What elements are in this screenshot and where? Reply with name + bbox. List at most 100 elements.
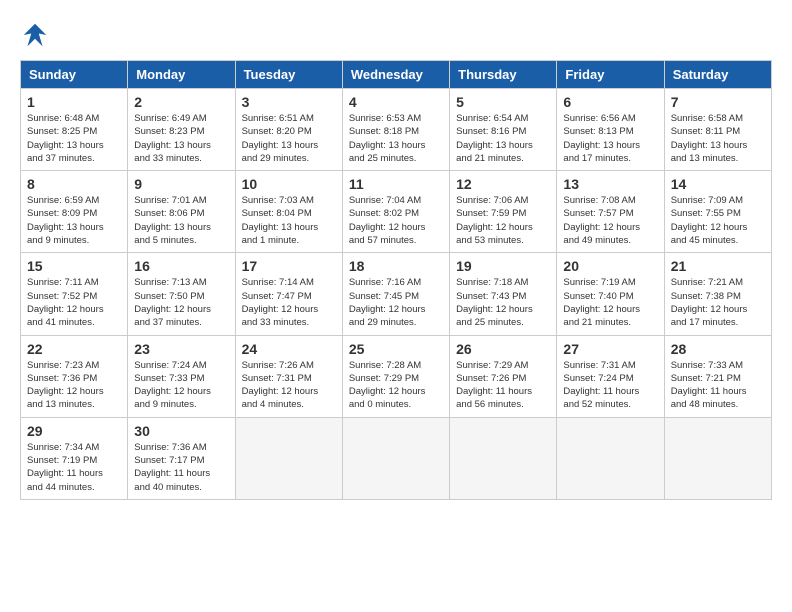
calendar-day <box>235 417 342 499</box>
day-number: 9 <box>134 176 228 192</box>
day-info: Sunrise: 6:51 AM Sunset: 8:20 PM Dayligh… <box>242 112 336 165</box>
calendar-day: 5Sunrise: 6:54 AM Sunset: 8:16 PM Daylig… <box>450 89 557 171</box>
day-number: 29 <box>27 423 121 439</box>
day-number: 10 <box>242 176 336 192</box>
day-info: Sunrise: 7:31 AM Sunset: 7:24 PM Dayligh… <box>563 359 657 412</box>
page-header <box>20 20 772 50</box>
day-number: 4 <box>349 94 443 110</box>
day-number: 18 <box>349 258 443 274</box>
weekday-header-thursday: Thursday <box>450 61 557 89</box>
day-info: Sunrise: 7:24 AM Sunset: 7:33 PM Dayligh… <box>134 359 228 412</box>
day-info: Sunrise: 7:21 AM Sunset: 7:38 PM Dayligh… <box>671 276 765 329</box>
logo <box>20 20 54 50</box>
calendar-day: 12Sunrise: 7:06 AM Sunset: 7:59 PM Dayli… <box>450 171 557 253</box>
calendar-day: 22 Sunrise: 7:23 AM Sunset: 7:36 PM Dayli… <box>21 335 128 417</box>
day-info: Sunrise: 7:11 AM Sunset: 7:52 PM Dayligh… <box>27 276 121 329</box>
calendar-day: 3Sunrise: 6:51 AM Sunset: 8:20 PM Daylig… <box>235 89 342 171</box>
calendar-week-5: 29 Sunrise: 7:34 AM Sunset: 7:19 PM Dayli… <box>21 417 772 499</box>
day-info: Sunrise: 7:19 AM Sunset: 7:40 PM Dayligh… <box>563 276 657 329</box>
day-info: Sunrise: 6:59 AM Sunset: 8:09 PM Dayligh… <box>27 194 121 247</box>
calendar-day: 27 Sunrise: 7:31 AM Sunset: 7:24 PM Dayli… <box>557 335 664 417</box>
day-number: 17 <box>242 258 336 274</box>
calendar-header-row: SundayMondayTuesdayWednesdayThursdayFrid… <box>21 61 772 89</box>
day-number: 19 <box>456 258 550 274</box>
day-number: 27 <box>563 341 657 357</box>
weekday-header-friday: Friday <box>557 61 664 89</box>
calendar-day: 4 Sunrise: 6:53 AM Sunset: 8:18 PM Daylig… <box>342 89 449 171</box>
calendar-day <box>557 417 664 499</box>
calendar-day: 9 Sunrise: 7:01 AM Sunset: 8:06 PM Daylig… <box>128 171 235 253</box>
day-number: 7 <box>671 94 765 110</box>
calendar-body: 1Sunrise: 6:48 AM Sunset: 8:25 PM Daylig… <box>21 89 772 500</box>
day-info: Sunrise: 6:53 AM Sunset: 8:18 PM Dayligh… <box>349 112 443 165</box>
weekday-header-wednesday: Wednesday <box>342 61 449 89</box>
calendar-week-1: 1Sunrise: 6:48 AM Sunset: 8:25 PM Daylig… <box>21 89 772 171</box>
day-info: Sunrise: 7:16 AM Sunset: 7:45 PM Dayligh… <box>349 276 443 329</box>
calendar-day: 8 Sunrise: 6:59 AM Sunset: 8:09 PM Daylig… <box>21 171 128 253</box>
day-number: 6 <box>563 94 657 110</box>
calendar-week-2: 8 Sunrise: 6:59 AM Sunset: 8:09 PM Daylig… <box>21 171 772 253</box>
calendar-day: 24 Sunrise: 7:26 AM Sunset: 7:31 PM Dayli… <box>235 335 342 417</box>
day-info: Sunrise: 7:08 AM Sunset: 7:57 PM Dayligh… <box>563 194 657 247</box>
calendar-day: 6 Sunrise: 6:56 AM Sunset: 8:13 PM Daylig… <box>557 89 664 171</box>
day-info: Sunrise: 7:14 AM Sunset: 7:47 PM Dayligh… <box>242 276 336 329</box>
day-number: 30 <box>134 423 228 439</box>
calendar-day: 21Sunrise: 7:21 AM Sunset: 7:38 PM Dayli… <box>664 253 771 335</box>
weekday-header-monday: Monday <box>128 61 235 89</box>
day-number: 24 <box>242 341 336 357</box>
calendar-day: 20Sunrise: 7:19 AM Sunset: 7:40 PM Dayli… <box>557 253 664 335</box>
day-number: 26 <box>456 341 550 357</box>
day-info: Sunrise: 7:04 AM Sunset: 8:02 PM Dayligh… <box>349 194 443 247</box>
calendar-table: SundayMondayTuesdayWednesdayThursdayFrid… <box>20 60 772 500</box>
calendar-day: 23Sunrise: 7:24 AM Sunset: 7:33 PM Dayli… <box>128 335 235 417</box>
calendar-week-4: 22 Sunrise: 7:23 AM Sunset: 7:36 PM Dayli… <box>21 335 772 417</box>
calendar-week-3: 15 Sunrise: 7:11 AM Sunset: 7:52 PM Dayli… <box>21 253 772 335</box>
day-number: 13 <box>563 176 657 192</box>
day-info: Sunrise: 7:18 AM Sunset: 7:43 PM Dayligh… <box>456 276 550 329</box>
day-number: 8 <box>27 176 121 192</box>
day-info: Sunrise: 7:23 AM Sunset: 7:36 PM Dayligh… <box>27 359 121 412</box>
day-number: 22 <box>27 341 121 357</box>
day-info: Sunrise: 6:56 AM Sunset: 8:13 PM Dayligh… <box>563 112 657 165</box>
day-number: 11 <box>349 176 443 192</box>
day-info: Sunrise: 7:03 AM Sunset: 8:04 PM Dayligh… <box>242 194 336 247</box>
calendar-day <box>342 417 449 499</box>
calendar-day <box>664 417 771 499</box>
day-info: Sunrise: 6:48 AM Sunset: 8:25 PM Dayligh… <box>27 112 121 165</box>
calendar-day: 1Sunrise: 6:48 AM Sunset: 8:25 PM Daylig… <box>21 89 128 171</box>
calendar-day: 26 Sunrise: 7:29 AM Sunset: 7:26 PM Dayli… <box>450 335 557 417</box>
calendar-day: 16Sunrise: 7:13 AM Sunset: 7:50 PM Dayli… <box>128 253 235 335</box>
day-info: Sunrise: 7:28 AM Sunset: 7:29 PM Dayligh… <box>349 359 443 412</box>
day-number: 12 <box>456 176 550 192</box>
day-info: Sunrise: 7:01 AM Sunset: 8:06 PM Dayligh… <box>134 194 228 247</box>
calendar-day: 10 Sunrise: 7:03 AM Sunset: 8:04 PM Dayli… <box>235 171 342 253</box>
day-number: 28 <box>671 341 765 357</box>
day-info: Sunrise: 7:34 AM Sunset: 7:19 PM Dayligh… <box>27 441 121 494</box>
calendar-day: 13 Sunrise: 7:08 AM Sunset: 7:57 PM Dayli… <box>557 171 664 253</box>
calendar-day: 2Sunrise: 6:49 AM Sunset: 8:23 PM Daylig… <box>128 89 235 171</box>
day-info: Sunrise: 6:49 AM Sunset: 8:23 PM Dayligh… <box>134 112 228 165</box>
day-number: 5 <box>456 94 550 110</box>
calendar-day: 18 Sunrise: 7:16 AM Sunset: 7:45 PM Dayli… <box>342 253 449 335</box>
calendar-day: 30 Sunrise: 7:36 AM Sunset: 7:17 PM Dayli… <box>128 417 235 499</box>
calendar-day: 14 Sunrise: 7:09 AM Sunset: 7:55 PM Dayli… <box>664 171 771 253</box>
day-info: Sunrise: 7:33 AM Sunset: 7:21 PM Dayligh… <box>671 359 765 412</box>
calendar-day: 11 Sunrise: 7:04 AM Sunset: 8:02 PM Dayli… <box>342 171 449 253</box>
calendar-day: 17 Sunrise: 7:14 AM Sunset: 7:47 PM Dayli… <box>235 253 342 335</box>
calendar-day: 15 Sunrise: 7:11 AM Sunset: 7:52 PM Dayli… <box>21 253 128 335</box>
calendar-day <box>450 417 557 499</box>
day-number: 14 <box>671 176 765 192</box>
calendar-day: 7 Sunrise: 6:58 AM Sunset: 8:11 PM Daylig… <box>664 89 771 171</box>
day-info: Sunrise: 7:26 AM Sunset: 7:31 PM Dayligh… <box>242 359 336 412</box>
calendar-day: 29 Sunrise: 7:34 AM Sunset: 7:19 PM Dayli… <box>21 417 128 499</box>
day-number: 25 <box>349 341 443 357</box>
day-number: 16 <box>134 258 228 274</box>
day-number: 15 <box>27 258 121 274</box>
weekday-header-sunday: Sunday <box>21 61 128 89</box>
weekday-header-tuesday: Tuesday <box>235 61 342 89</box>
weekday-header-saturday: Saturday <box>664 61 771 89</box>
day-info: Sunrise: 6:58 AM Sunset: 8:11 PM Dayligh… <box>671 112 765 165</box>
day-info: Sunrise: 7:29 AM Sunset: 7:26 PM Dayligh… <box>456 359 550 412</box>
day-info: Sunrise: 7:36 AM Sunset: 7:17 PM Dayligh… <box>134 441 228 494</box>
day-info: Sunrise: 7:09 AM Sunset: 7:55 PM Dayligh… <box>671 194 765 247</box>
